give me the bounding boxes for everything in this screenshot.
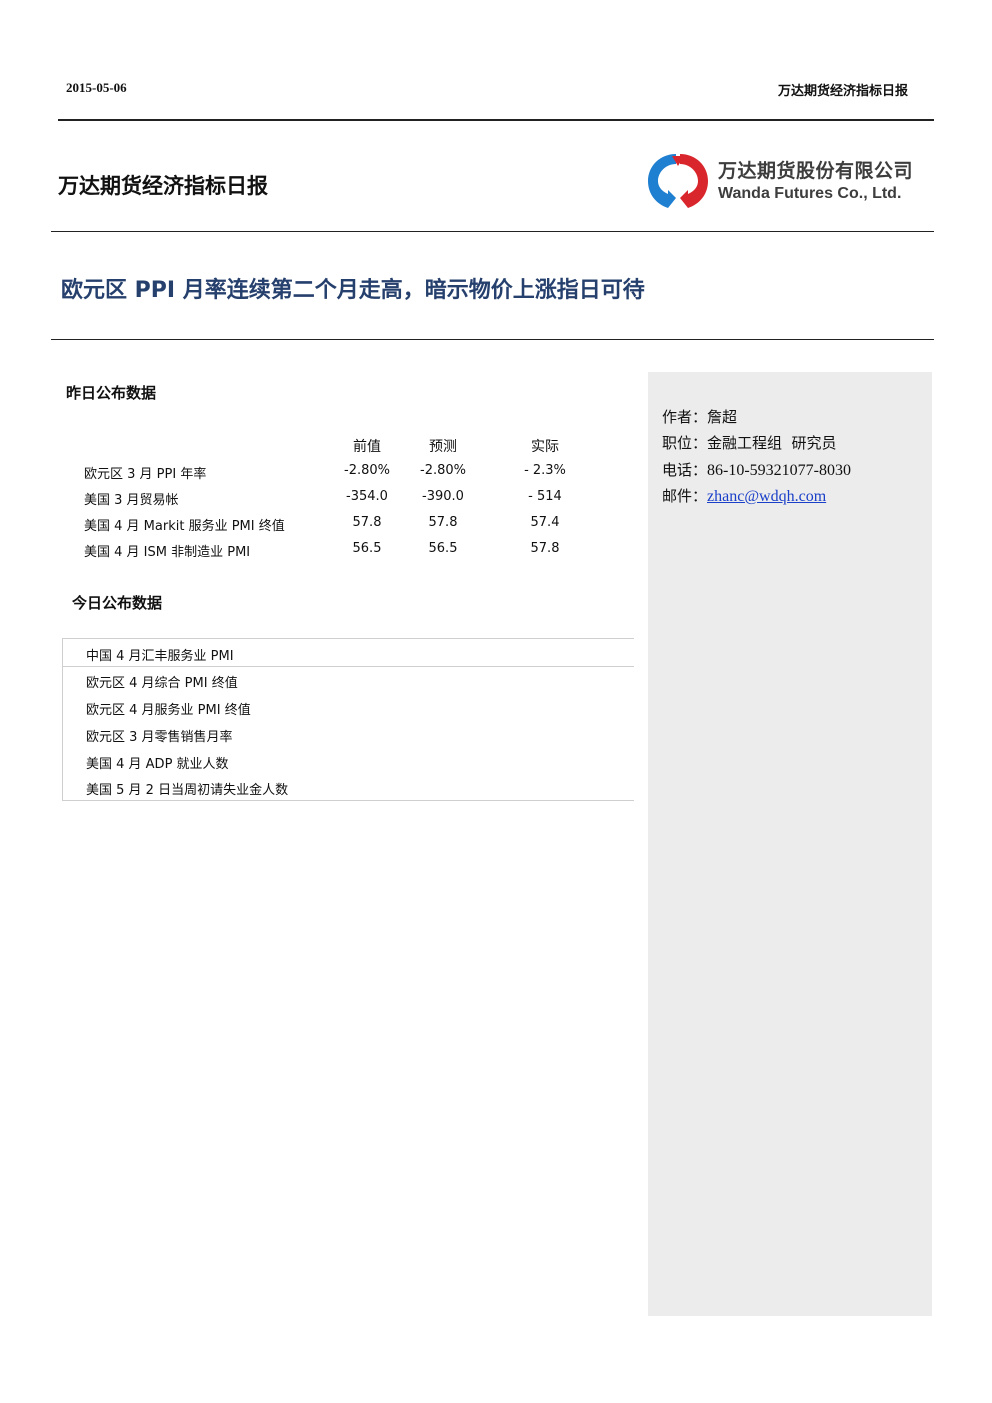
today-section-title: 今日公布数据 [72, 594, 163, 612]
forecast-value: -2.80% [420, 463, 466, 478]
list-item: 欧元区 3 月零售销售月率 [86, 730, 233, 745]
column-header-forecast: 预测 [429, 439, 457, 455]
table-row: 美国 4 月 ISM 非制造业 PMI 56.5 56.5 57.8 [0, 541, 640, 561]
headline: 欧元区 PPI 月率连续第二个月走高，暗示物价上涨指日可待 [61, 278, 645, 303]
actual-value: - 2.3% [524, 463, 566, 478]
prev-value: -2.80% [344, 463, 390, 478]
today-list-top-border [62, 638, 634, 639]
column-header-actual: 实际 [531, 439, 559, 455]
report-name: 万达期货经济指标日报 [58, 174, 268, 198]
author-phone-label: 电话： [662, 461, 708, 479]
author-position-label: 职位： [662, 434, 708, 452]
indicator-name: 美国 4 月 ISM 非制造业 PMI [84, 545, 251, 560]
forecast-value: -390.0 [422, 489, 464, 504]
indicator-name: 美国 3 月贸易帐 [84, 493, 179, 508]
logo-emblem-icon [648, 154, 708, 208]
column-header-prev: 前值 [353, 439, 381, 455]
author-position-line: 职位：金融工程组 研究员 [662, 432, 837, 453]
list-item: 美国 5 月 2 日当周初请失业金人数 [86, 783, 289, 798]
author-sidebar [648, 372, 932, 1316]
list-item: 美国 4 月 ADP 就业人数 [86, 757, 229, 772]
logo-chinese-name: 万达期货股份有限公司 [718, 160, 914, 182]
list-item: 中国 4 月汇丰服务业 PMI [86, 649, 234, 664]
company-logo: 万达期货股份有限公司 Wanda Futures Co., Ltd. [646, 150, 936, 212]
forecast-value: 56.5 [428, 541, 458, 556]
indicator-name: 欧元区 3 月 PPI 年率 [84, 467, 207, 482]
today-list-bottom-border [62, 800, 634, 801]
table-row: 美国 3 月贸易帐 -354.0 -390.0 - 514 [0, 489, 640, 509]
headline-divider [51, 339, 934, 340]
author-phone: 86-10-59321077-8030 [707, 462, 851, 479]
author-name-label: 作者： [662, 408, 708, 426]
title-divider [51, 231, 934, 232]
header-report-title: 万达期货经济指标日报 [777, 84, 908, 99]
author-email-link[interactable]: zhanc@wdqh.com [707, 488, 826, 505]
author-position: 金融工程组 研究员 [707, 434, 837, 452]
logo-english-name: Wanda Futures Co., Ltd. [718, 185, 902, 202]
actual-value: 57.8 [530, 541, 560, 556]
author-phone-line: 电话：86-10-59321077-8030 [662, 459, 851, 480]
list-item: 欧元区 4 月服务业 PMI 终值 [86, 703, 251, 718]
prev-value: -354.0 [346, 489, 388, 504]
forecast-value: 57.8 [428, 515, 458, 530]
author-email-line: 邮件：zhanc@wdqh.com [662, 485, 826, 506]
today-list-row-divider [62, 666, 634, 667]
actual-value: - 514 [528, 489, 562, 504]
indicator-name: 美国 4 月 Markit 服务业 PMI 终值 [84, 519, 285, 534]
yesterday-section-title: 昨日公布数据 [66, 384, 157, 402]
header-divider [58, 119, 934, 121]
author-email-label: 邮件： [662, 487, 708, 505]
list-item: 欧元区 4 月综合 PMI 终值 [86, 676, 238, 691]
table-row: 美国 4 月 Markit 服务业 PMI 终值 57.8 57.8 57.4 [0, 515, 640, 535]
prev-value: 57.8 [352, 515, 382, 530]
table-row: 欧元区 3 月 PPI 年率 -2.80% -2.80% - 2.3% [0, 463, 640, 483]
prev-value: 56.5 [352, 541, 382, 556]
author-name-line: 作者：詹超 [662, 406, 737, 427]
author-name: 詹超 [707, 408, 738, 426]
actual-value: 57.4 [530, 515, 560, 530]
report-date: 2015-05-06 [66, 80, 127, 95]
